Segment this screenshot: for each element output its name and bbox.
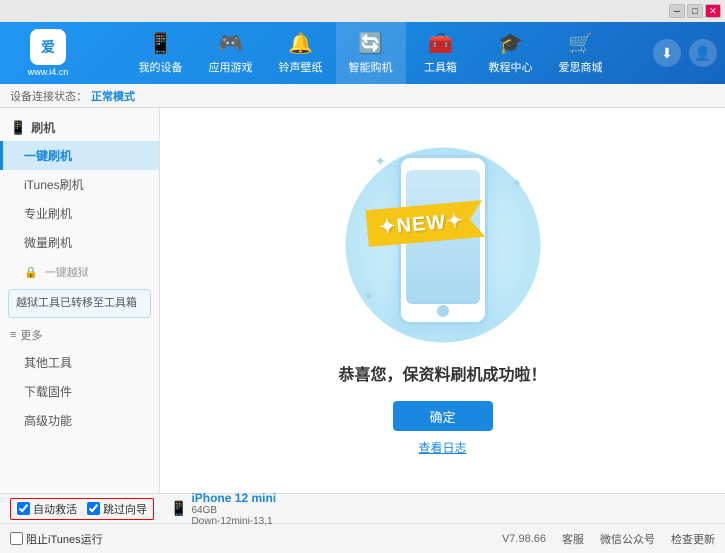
- sidebar-flash-label: 刷机: [31, 119, 55, 136]
- stop-itunes-checkbox[interactable]: [10, 532, 23, 545]
- auto-jump-label: 自动救活: [33, 501, 77, 517]
- main-body: 📱 刷机 一键刷机 iTunes刷机 专业刷机 微量刷机 🔒 一键越狱: [0, 108, 725, 493]
- flash-section-icon: 📱: [10, 120, 26, 136]
- apps-games-icon: 🎮: [218, 31, 243, 56]
- nav-item-ringtone-wallpaper[interactable]: 🔔 铃声壁纸: [266, 22, 336, 84]
- wechat-link[interactable]: 微信公众号: [600, 531, 655, 547]
- download-firmware-label: 下载固件: [24, 385, 72, 399]
- sidebar-section-more: ≡ 更多 其他工具 下载固件 高级功能: [0, 322, 159, 435]
- header: 爱 www.i4.cn 📱 我的设备 🎮 应用游戏 🔔 铃声壁纸 🔄 智能购机 …: [0, 22, 725, 84]
- skip-wizard-label: 跳过向导: [103, 501, 147, 517]
- itunes-flash-label: iTunes刷机: [24, 178, 84, 192]
- jailbreak-notice-text: 越狱工具已转移至工具箱: [16, 297, 137, 309]
- other-tools-label: 其他工具: [24, 356, 72, 370]
- device-storage: 64GB: [191, 505, 276, 516]
- device-section: 📱 iPhone 12 mini 64GB Down-12mini-13,1: [170, 491, 276, 527]
- stop-itunes-item[interactable]: 阻止iTunes运行: [10, 531, 103, 547]
- sidebar-section-flash: 📱 刷机 一键刷机 iTunes刷机 专业刷机 微量刷机: [0, 114, 159, 257]
- lock-icon: 🔒: [24, 266, 38, 279]
- status-bar: 设备连接状态： 正常模式: [0, 84, 725, 108]
- jailbreak-label: 一键越狱: [45, 264, 89, 280]
- phone-home-button: [437, 305, 449, 317]
- love-mall-icon: 🛒: [568, 31, 593, 56]
- logo-icon: 爱: [30, 29, 66, 65]
- sidebar-item-pro-flash[interactable]: 专业刷机: [0, 199, 159, 228]
- sidebar-more-header: ≡ 更多: [0, 322, 159, 348]
- view-log-link[interactable]: 查看日志: [418, 439, 466, 456]
- nav-label-ringtone: 铃声壁纸: [279, 59, 323, 75]
- sidebar-item-download-firmware[interactable]: 下载固件: [0, 377, 159, 406]
- nav-label-my-device: 我的设备: [139, 59, 183, 75]
- nav-label-apps-games: 应用游戏: [209, 59, 253, 75]
- success-message: 恭喜您，保资料刷机成功啦！: [338, 361, 546, 385]
- nav-item-toolbox[interactable]: 🧰 工具箱: [406, 22, 476, 84]
- ringtone-icon: 🔔: [288, 31, 313, 56]
- sidebar-jailbreak-notice: 越狱工具已转移至工具箱: [8, 289, 151, 318]
- toolbox-icon: 🧰: [428, 31, 453, 56]
- device-name: iPhone 12 mini: [191, 491, 276, 505]
- nav-item-my-device[interactable]: 📱 我的设备: [126, 22, 196, 84]
- download-button[interactable]: ⬇: [653, 39, 681, 67]
- sidebar-item-one-click-flash[interactable]: 一键刷机: [0, 141, 159, 170]
- stop-itunes-label: 阻止iTunes运行: [26, 531, 103, 547]
- device-icon: 📱: [170, 500, 187, 517]
- sparkle-3: ✦: [363, 288, 375, 305]
- nav-item-love-mall[interactable]: 🛒 爱思商城: [546, 22, 616, 84]
- sidebar-section-flash-header: 📱 刷机: [0, 114, 159, 141]
- nav-right: ⬇ 👤: [653, 39, 717, 67]
- sidebar-item-itunes-flash[interactable]: iTunes刷机: [0, 170, 159, 199]
- success-illustration: ✦ ✦ ✦ ✦NEW✦: [343, 145, 543, 345]
- sparkle-1: ✦: [375, 153, 387, 170]
- nav-label-smart-shop: 智能购机: [349, 59, 393, 75]
- bottom-row1: 自动救活 跳过向导 📱 iPhone 12 mini 64GB Down-12m…: [0, 494, 725, 524]
- customer-service-link[interactable]: 客服: [562, 531, 584, 547]
- pro-flash-label: 专业刷机: [24, 207, 72, 221]
- sidebar-item-advanced[interactable]: 高级功能: [0, 406, 159, 435]
- nav-item-smart-shop[interactable]: 🔄 智能购机: [336, 22, 406, 84]
- auto-jump-checkbox[interactable]: [17, 502, 30, 515]
- save-flash-label: 微量刷机: [24, 236, 72, 250]
- check-update-link[interactable]: 检查更新: [671, 531, 715, 547]
- user-button[interactable]: 👤: [689, 39, 717, 67]
- one-click-flash-label: 一键刷机: [24, 149, 72, 163]
- sparkle-2: ✦: [511, 175, 523, 192]
- nav-label-toolbox: 工具箱: [424, 59, 457, 75]
- sidebar-jailbreak-disabled: 🔒 一键越狱: [0, 259, 159, 285]
- bottom-row2: 阻止iTunes运行 V7.98.66 客服 微信公众号 检查更新: [0, 524, 725, 553]
- checkbox-group: 自动救活 跳过向导: [10, 498, 154, 520]
- bottom-right: V7.98.66 客服 微信公众号 检查更新: [502, 531, 715, 547]
- sidebar-item-other-tools[interactable]: 其他工具: [0, 348, 159, 377]
- smart-shop-icon: 🔄: [358, 31, 383, 56]
- tutorial-icon: 🎓: [498, 31, 523, 56]
- maximize-button[interactable]: □: [687, 4, 703, 18]
- sidebar-section-jailbreak: 🔒 一键越狱 越狱工具已转移至工具箱: [0, 259, 159, 318]
- logo-site: www.i4.cn: [28, 67, 69, 77]
- more-section-label: 更多: [20, 327, 42, 343]
- logo[interactable]: 爱 www.i4.cn: [8, 29, 88, 77]
- skip-wizard-checkbox[interactable]: [87, 502, 100, 515]
- nav-item-apps-games[interactable]: 🎮 应用游戏: [196, 22, 266, 84]
- auto-jump-checkbox-item[interactable]: 自动救活: [17, 501, 77, 517]
- advanced-label: 高级功能: [24, 414, 72, 428]
- close-button[interactable]: ✕: [705, 4, 721, 18]
- skip-wizard-checkbox-item[interactable]: 跳过向导: [87, 501, 147, 517]
- title-bar: ─ □ ✕: [0, 0, 725, 22]
- sidebar-item-save-flash[interactable]: 微量刷机: [0, 228, 159, 257]
- nav-items: 📱 我的设备 🎮 应用游戏 🔔 铃声壁纸 🔄 智能购机 🧰 工具箱 🎓 教程中心…: [88, 22, 653, 84]
- content-area: ✦ ✦ ✦ ✦NEW✦ 恭喜您，保资料刷机成功啦！ 确定 查看日志: [160, 108, 725, 493]
- nav-label-tutorial: 教程中心: [489, 59, 533, 75]
- confirm-button[interactable]: 确定: [393, 401, 493, 431]
- status-value: 正常模式: [91, 88, 135, 104]
- nav-item-tutorial[interactable]: 🎓 教程中心: [476, 22, 546, 84]
- status-label: 设备连接状态：: [10, 88, 87, 104]
- my-device-icon: 📱: [148, 31, 173, 56]
- full-bottom: 自动救活 跳过向导 📱 iPhone 12 mini 64GB Down-12m…: [0, 493, 725, 553]
- more-section-icon: ≡: [10, 329, 16, 341]
- nav-label-love-mall: 爱思商城: [559, 59, 603, 75]
- minimize-button[interactable]: ─: [669, 4, 685, 18]
- sidebar: 📱 刷机 一键刷机 iTunes刷机 专业刷机 微量刷机 🔒 一键越狱: [0, 108, 160, 493]
- version-text: V7.98.66: [502, 533, 546, 545]
